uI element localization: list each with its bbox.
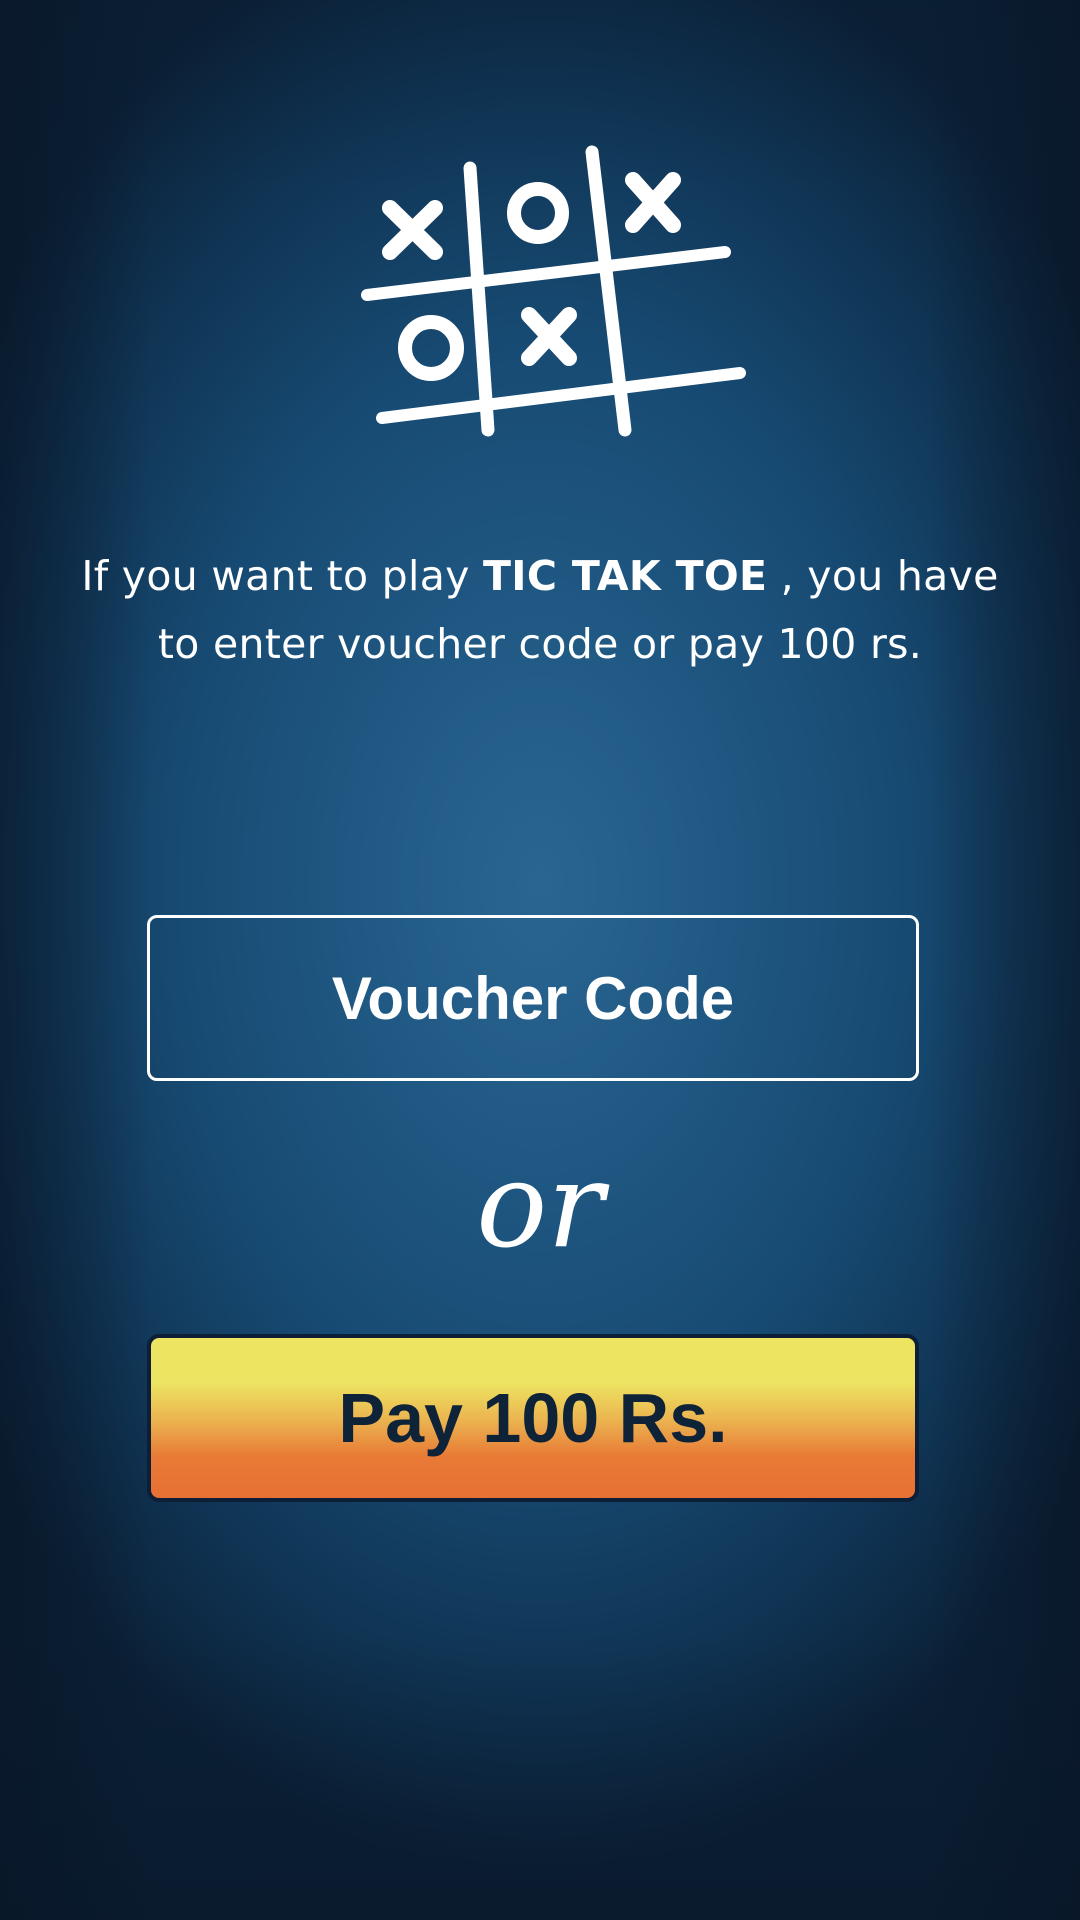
intro-message: If you want to play TIC TAK TOE , you ha… [60,542,1020,678]
intro-prefix: If you want to play [81,552,484,600]
game-name: TIC TAK TOE [483,552,768,600]
tic-tac-toe-logo-icon [355,140,755,450]
voucher-code-input[interactable] [147,915,919,1081]
pay-button[interactable]: Pay 100 Rs. [147,1334,919,1502]
or-separator: or [476,1136,604,1274]
pay-button-label: Pay 100 Rs. [338,1379,728,1457]
